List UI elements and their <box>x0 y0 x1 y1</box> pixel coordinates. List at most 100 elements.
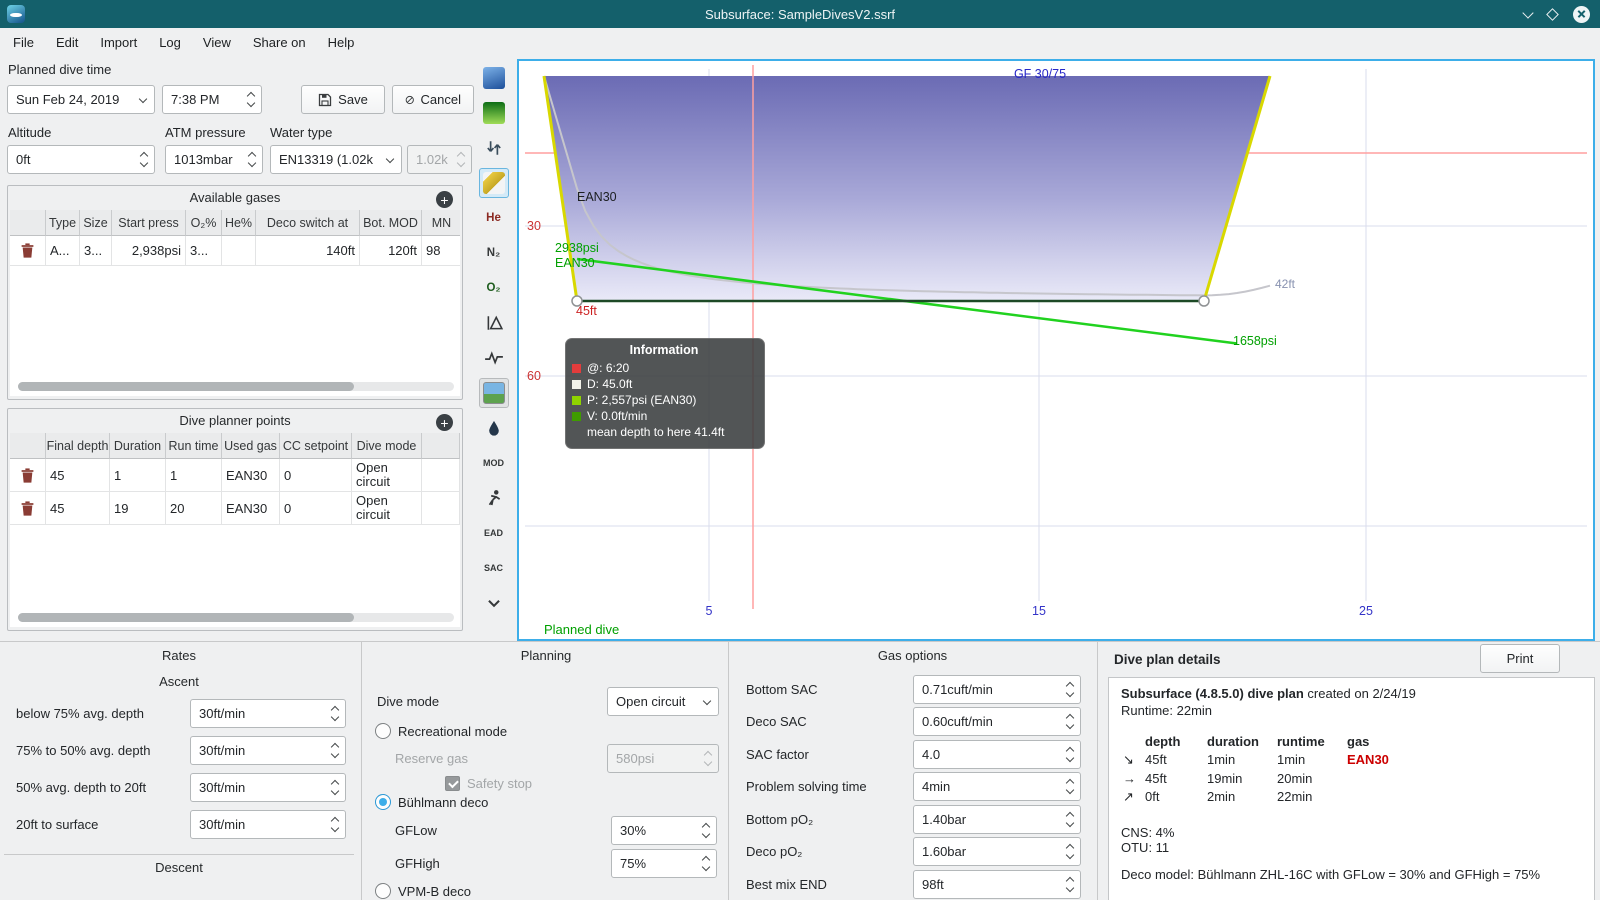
menu-help[interactable]: Help <box>317 28 366 57</box>
add-gas-button[interactable]: + <box>436 191 453 208</box>
spinner-arrows[interactable] <box>698 821 713 840</box>
spinner-arrows[interactable] <box>327 704 342 723</box>
titlebar[interactable]: Subsurface: SampleDivesV2.ssrf <box>0 0 1600 28</box>
menu-view[interactable]: View <box>192 28 242 57</box>
ceiling-toggle-icon[interactable] <box>479 63 509 93</box>
add-point-button[interactable]: + <box>436 414 453 431</box>
print-button[interactable]: Print <box>1480 644 1560 673</box>
water-type-combo[interactable]: EN13319 (1.02k <box>270 145 402 174</box>
gas-deco-switch-cell[interactable]: 140ft <box>256 236 360 266</box>
ascent-rate-20tosurface-spinner[interactable]: 30ft/min <box>190 810 346 839</box>
minimize-icon[interactable] <box>1522 6 1534 19</box>
gas-he-cell[interactable] <box>222 236 256 266</box>
spinner-arrows[interactable] <box>1062 680 1077 699</box>
spinner-arrows[interactable] <box>327 778 342 797</box>
dive-mode-combo[interactable]: Open circuit <box>607 687 719 716</box>
tissues-toggle-icon[interactable] <box>479 308 509 338</box>
spinner-arrows[interactable] <box>327 815 342 834</box>
spinner-arrows[interactable] <box>327 741 342 760</box>
cancel-button[interactable]: Cancel <box>392 85 474 114</box>
gas-bot-mod-cell[interactable]: 120ft <box>360 236 422 266</box>
point-divemode-cell[interactable]: Open circuit <box>352 492 422 525</box>
gas-mnd-cell[interactable]: 98 <box>422 236 460 266</box>
sac-toggle-icon[interactable]: SAC <box>479 553 509 583</box>
bottom-po2-spinner[interactable]: 1.40bar <box>913 805 1081 834</box>
setpoint-toggle-icon[interactable] <box>479 133 509 163</box>
menu-log[interactable]: Log <box>148 28 192 57</box>
ascent-rate-75to50-spinner[interactable]: 30ft/min <box>190 736 346 765</box>
spinner-arrows[interactable] <box>1062 777 1077 796</box>
point-gas-cell[interactable]: EAN30 <box>222 459 280 492</box>
he-graph-toggle-icon[interactable]: He <box>479 203 509 233</box>
sac-factor-spinner[interactable]: 4.0 <box>913 740 1081 769</box>
spinner-arrows[interactable] <box>1062 810 1077 829</box>
point-runtime-cell[interactable]: 1 <box>166 459 222 492</box>
heartrate-toggle-icon[interactable] <box>479 343 509 373</box>
best-mix-end-spinner[interactable]: 98ft <box>913 870 1081 899</box>
vpmb-deco-radio[interactable] <box>375 883 391 899</box>
dive-profile-chart[interactable]: GF 30/75 30 60 5 15 25 Planned dive EAN3… <box>517 59 1595 641</box>
tissue-heatmap-toggle-icon[interactable] <box>479 98 509 128</box>
point-duration-cell[interactable]: 19 <box>110 492 166 525</box>
waypoint-handle-2[interactable] <box>1198 295 1210 307</box>
gflow-spinner[interactable]: 30% <box>611 816 717 845</box>
o2-graph-toggle-icon[interactable]: O₂ <box>479 273 509 303</box>
collapse-toolbar-icon[interactable] <box>479 588 509 618</box>
exertion-toggle-icon[interactable] <box>479 483 509 513</box>
scrollbar-handle[interactable] <box>18 613 354 622</box>
points-hscrollbar[interactable] <box>18 613 454 622</box>
point-setpoint-cell[interactable]: 0 <box>280 492 352 525</box>
spinner-arrows[interactable] <box>1062 842 1077 861</box>
photos-toggle-icon[interactable] <box>478 378 509 408</box>
point-setpoint-cell[interactable]: 0 <box>280 459 352 492</box>
ead-toggle-icon[interactable]: EAD <box>479 518 509 548</box>
point-divemode-cell[interactable]: Open circuit <box>352 459 422 492</box>
dive-time-spinner[interactable]: 7:38 PM <box>162 85 262 114</box>
spinner-arrows[interactable] <box>1062 875 1077 894</box>
menu-share-on[interactable]: Share on <box>242 28 317 57</box>
save-button[interactable]: Save <box>301 85 385 114</box>
delete-point-button[interactable] <box>10 492 46 525</box>
mod-toggle-icon[interactable]: MOD <box>479 448 509 478</box>
gas-size-cell[interactable]: 3... <box>80 236 112 266</box>
point-runtime-cell[interactable]: 20 <box>166 492 222 525</box>
ascent-rate-below75-spinner[interactable]: 30ft/min <box>190 699 346 728</box>
menu-import[interactable]: Import <box>89 28 148 57</box>
gfhigh-spinner[interactable]: 75% <box>611 849 717 878</box>
spinner-arrows[interactable] <box>136 150 151 169</box>
gas-options-title: Gas options <box>877 648 948 663</box>
delete-point-button[interactable] <box>10 459 46 492</box>
gases-hscrollbar[interactable] <box>18 382 454 391</box>
menu-file[interactable]: File <box>2 28 45 57</box>
point-gas-cell[interactable]: EAN30 <box>222 492 280 525</box>
scrollbar-handle[interactable] <box>18 382 354 391</box>
point-depth-cell[interactable]: 45 <box>46 459 110 492</box>
menu-edit[interactable]: Edit <box>45 28 89 57</box>
problem-time-spinner[interactable]: 4min <box>913 772 1081 801</box>
spinner-arrows[interactable] <box>1062 712 1077 731</box>
spinner-arrows[interactable] <box>243 90 258 109</box>
gas-o2-cell[interactable]: 3... <box>186 236 222 266</box>
atm-pressure-spinner[interactable]: 1013mbar <box>165 145 263 174</box>
point-duration-cell[interactable]: 1 <box>110 459 166 492</box>
close-icon[interactable] <box>1573 5 1590 23</box>
n2-graph-toggle-icon[interactable]: N₂ <box>479 238 509 268</box>
recreational-mode-radio[interactable] <box>375 723 391 739</box>
spinner-arrows[interactable] <box>1062 745 1077 764</box>
gas-start-press-cell[interactable]: 2,938psi <box>112 236 186 266</box>
altitude-spinner[interactable]: 0ft <box>7 145 155 174</box>
ascent-rate-50to20-spinner[interactable]: 30ft/min <box>190 773 346 802</box>
spinner-arrows[interactable] <box>698 854 713 873</box>
delete-gas-button[interactable] <box>10 236 46 266</box>
deco-po2-spinner[interactable]: 1.60bar <box>913 837 1081 866</box>
deco-sac-spinner[interactable]: 0.60cuft/min <box>913 707 1081 736</box>
maximize-icon[interactable] <box>1546 7 1559 21</box>
dive-date-combo[interactable]: Sun Feb 24, 2019 <box>7 85 155 114</box>
point-depth-cell[interactable]: 45 <box>46 492 110 525</box>
spinner-arrows[interactable] <box>244 150 259 169</box>
ruler-toggle-icon[interactable] <box>478 168 509 198</box>
dc-ceiling-toggle-icon[interactable] <box>479 413 509 443</box>
gas-type-cell[interactable]: A... <box>46 236 80 266</box>
bottom-sac-spinner[interactable]: 0.71cuft/min <box>913 675 1081 704</box>
buhlmann-deco-radio[interactable] <box>375 794 391 810</box>
